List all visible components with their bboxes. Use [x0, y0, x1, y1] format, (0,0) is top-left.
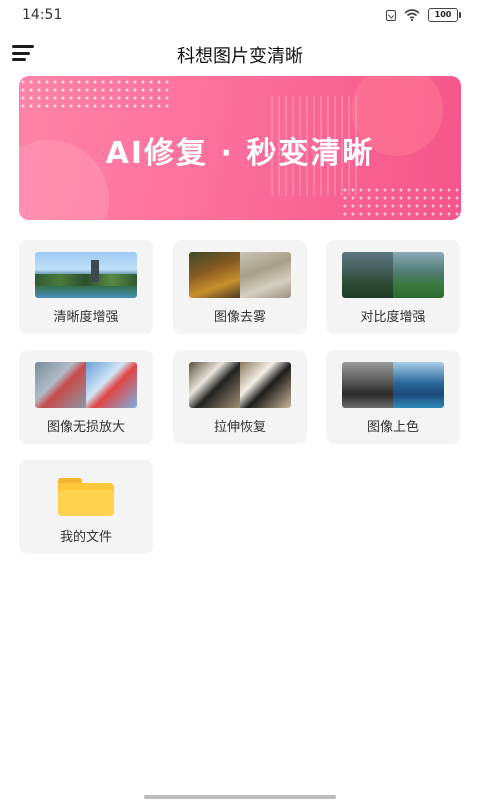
feature-thumbnail	[189, 362, 291, 408]
status-time: 14:51	[22, 7, 63, 23]
battery-icon: 100	[428, 8, 461, 22]
feature-card-sharpen[interactable]: 清晰度增强	[19, 240, 153, 334]
feature-label: 我的文件	[59, 530, 112, 545]
feature-label: 对比度增强	[360, 310, 426, 325]
feature-card-upscale[interactable]: 图像无损放大	[19, 350, 153, 444]
feature-label: 图像上色	[366, 420, 419, 435]
banner-headline: AI修复 · 秒变清晰	[105, 136, 375, 171]
folder-icon	[58, 478, 114, 516]
status-icons: 100	[386, 8, 461, 22]
promo-banner[interactable]: AI修复 · 秒变清晰	[19, 76, 461, 220]
app-header: 科想图片变清晰	[0, 34, 480, 74]
feature-card-contrast[interactable]: 对比度增强	[326, 240, 460, 334]
sim-icon	[386, 9, 396, 21]
feature-thumbnail	[189, 252, 291, 298]
feature-label: 清晰度增强	[53, 310, 119, 325]
feature-label: 拉伸恢复	[213, 420, 266, 435]
feature-thumbnail	[35, 362, 137, 408]
banner-dot-pattern	[19, 78, 169, 108]
feature-thumbnail	[342, 362, 444, 408]
status-bar: 14:51 100	[0, 0, 480, 30]
feature-thumbnail	[35, 252, 137, 298]
feature-card-my-files[interactable]: 我的文件	[19, 460, 153, 554]
feature-card-colorize[interactable]: 图像上色	[326, 350, 460, 444]
home-indicator[interactable]	[144, 795, 336, 799]
feature-thumbnail	[342, 252, 444, 298]
feature-card-dehaze[interactable]: 图像去雾	[173, 240, 307, 334]
feature-card-stretch-restore[interactable]: 拉伸恢复	[173, 350, 307, 444]
feature-label: 图像去雾	[213, 310, 266, 325]
wifi-icon	[404, 9, 420, 21]
page-title: 科想图片变清晰	[177, 46, 303, 67]
feature-label: 图像无损放大	[46, 420, 125, 435]
